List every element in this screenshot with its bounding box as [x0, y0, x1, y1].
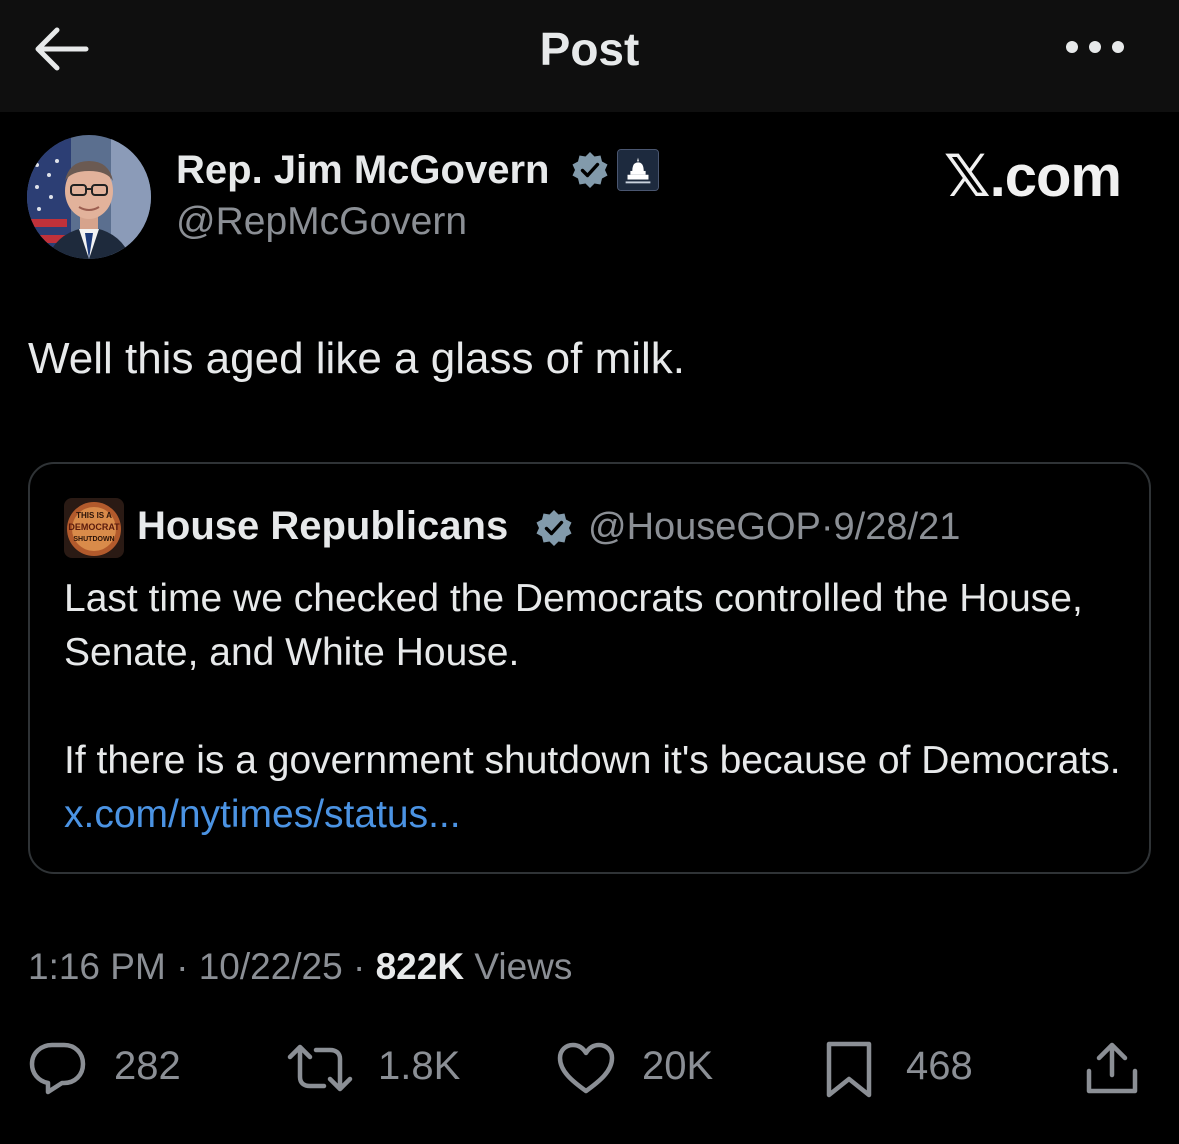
post-time: 1:16 PM: [28, 946, 166, 987]
quoted-post-text: Last time we checked the Democrats contr…: [64, 572, 1124, 842]
author-avatar[interactable]: [27, 135, 151, 259]
repost-button[interactable]: 1.8K: [286, 1036, 466, 1100]
site-watermark: 𝕏.com: [943, 144, 1122, 209]
repost-icon: [287, 1044, 353, 1092]
heart-icon: [557, 1042, 615, 1094]
bookmark-icon: [826, 1041, 872, 1098]
bookmark-button[interactable]: 468: [824, 1036, 994, 1100]
verified-badge-icon: [536, 510, 572, 546]
reply-count: 282: [114, 1044, 181, 1088]
like-count: 20K: [642, 1044, 714, 1088]
quoted-post-date: 9/28/21: [833, 506, 961, 548]
quoted-post-paragraph: Last time we checked the Democrats contr…: [64, 577, 1083, 674]
bookmark-count: 468: [906, 1044, 973, 1088]
quoted-author-avatar[interactable]: THIS IS A DEMOCRAT SHUTDOWN: [64, 498, 124, 558]
avatar-text-line-3: SHUTDOWN: [73, 536, 114, 543]
quoted-post-paragraph-text: If there is a government shutdown it's b…: [64, 739, 1121, 782]
share-button[interactable]: [1084, 1036, 1144, 1100]
reply-button[interactable]: 282: [28, 1036, 198, 1100]
verified-badge-icon: [572, 152, 608, 188]
reply-icon: [29, 1042, 86, 1095]
post-text: Well this aged like a glass of milk.: [28, 334, 686, 383]
top-bar: Post: [0, 0, 1179, 112]
meta-separator: ·: [342, 946, 376, 987]
views-count[interactable]: 822K: [376, 946, 464, 987]
views-label: Views: [464, 946, 573, 987]
post-metadata: 1:16 PM · 10/22/25 · 822K Views: [28, 946, 572, 988]
quoted-post-link[interactable]: x.com/nytimes/status...: [64, 793, 461, 836]
meta-separator: ·: [820, 506, 834, 548]
repost-count: 1.8K: [378, 1044, 461, 1088]
quoted-post-paragraph: If there is a government shutdown it's b…: [64, 734, 1124, 842]
quoted-author-display-name[interactable]: House Republicans: [137, 504, 508, 549]
avatar-text-line-1: THIS IS A: [76, 511, 112, 520]
quoted-post-card[interactable]: THIS IS A DEMOCRAT SHUTDOWN House Republ…: [28, 462, 1151, 874]
quoted-post-meta: @HouseGOP·9/28/21: [588, 506, 960, 549]
post-date: 10/22/25: [198, 946, 343, 987]
share-icon: [1086, 1042, 1138, 1094]
capitol-dome-icon: [617, 149, 659, 191]
like-button[interactable]: 20K: [556, 1036, 726, 1100]
meta-separator: ·: [165, 946, 199, 987]
quoted-author-handle[interactable]: @HouseGOP: [588, 506, 821, 548]
author-handle[interactable]: @RepMcGovern: [176, 200, 467, 244]
author-display-name[interactable]: Rep. Jim McGovern: [176, 148, 549, 193]
more-horizontal-icon[interactable]: [1064, 34, 1126, 60]
page-title: Post: [539, 23, 640, 75]
avatar-text-line-2: DEMOCRAT: [68, 522, 120, 532]
